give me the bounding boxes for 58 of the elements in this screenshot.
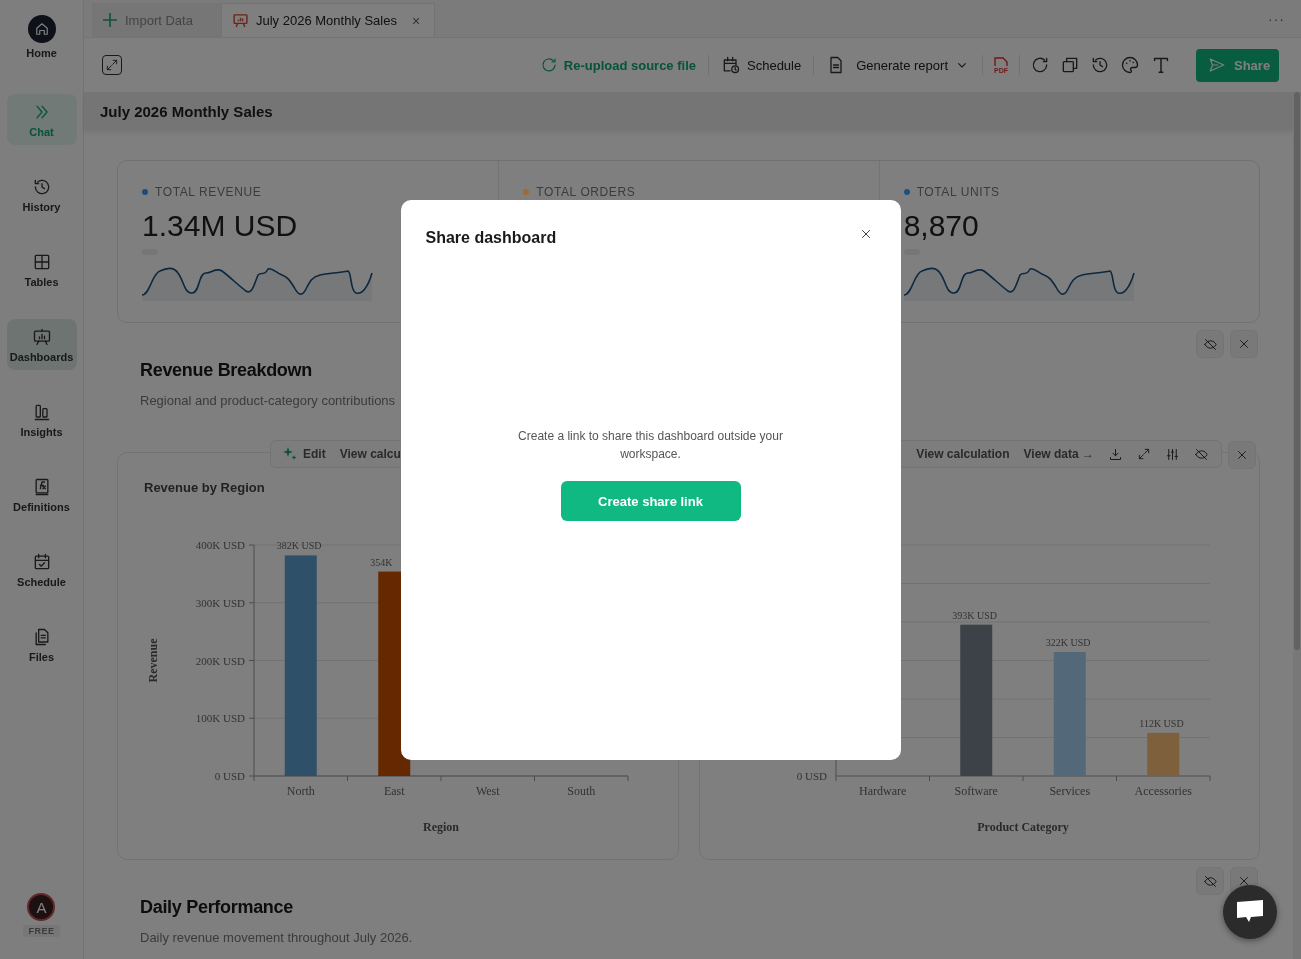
sidebar-item[interactable]: Definitions — [6, 469, 77, 520]
section-title: Revenue Breakdown — [140, 360, 312, 381]
axis-title: Region — [423, 820, 459, 834]
category-label: Software — [954, 784, 998, 798]
kpi-label: TOTAL REVENUE — [155, 185, 262, 199]
sidebar-item[interactable]: Insights — [6, 394, 77, 445]
home-nav-item[interactable]: Home — [6, 12, 77, 70]
category-label: North — [286, 784, 315, 798]
axis-title: Revenue — [146, 638, 160, 683]
share-button[interactable]: Share — [1196, 48, 1279, 82]
kpi-value: 1.34M USD — [142, 209, 298, 243]
sidebar-item[interactable]: Chat — [6, 94, 77, 145]
value-label: 382K USD — [276, 540, 322, 552]
dialog-message: Create a link to share this dashboard outside your workspace. — [517, 428, 784, 463]
value-label: 322K USD — [1045, 637, 1090, 649]
category-label: Accessories — [1134, 784, 1192, 798]
value-label: 112K USD — [1138, 717, 1184, 729]
sidebar-item[interactable]: Tables — [6, 244, 77, 295]
category-label: West — [475, 784, 500, 798]
dashboard-title: July 2026 Monthly Sales — [84, 92, 1293, 130]
axis-tick-label: 0 USD — [796, 770, 827, 782]
axis-title: Product Category — [976, 820, 1069, 834]
axis-tick-label: 100K USD — [195, 712, 245, 725]
sidebar-item[interactable]: Dashboards — [6, 319, 77, 370]
section-subtitle: Daily revenue movement throughout July 2026. — [140, 930, 413, 945]
more-icon[interactable]: ··· — [1268, 10, 1285, 27]
close-icon[interactable]: × — [411, 12, 421, 29]
category-label: East — [383, 784, 405, 798]
sidebar-item[interactable]: Files — [6, 619, 77, 670]
schedule-button[interactable]: Schedule — [719, 55, 804, 75]
generate-report-button[interactable]: Generate report — [824, 55, 972, 75]
category-label: South — [567, 784, 596, 798]
toolbar-action[interactable]: View calcu — [339, 447, 401, 461]
toolbar-action[interactable]: View data → — [1023, 447, 1094, 461]
value-label: 354K — [370, 556, 393, 568]
section-subtitle: Regional and product-category contributions — [140, 393, 396, 408]
axis-tick-label: 0 USD — [214, 770, 245, 782]
section-title: Daily Performance — [140, 897, 293, 918]
kpi-label: TOTAL UNITS — [916, 185, 1000, 199]
create-link-button[interactable]: Create share link — [560, 481, 741, 521]
reupload-button[interactable]: Re-upload source file — [537, 56, 698, 74]
axis-tick-label: 400K USD — [195, 539, 245, 551]
kpi-label: TOTAL ORDERS — [536, 185, 636, 199]
toolbar-action[interactable]: View calculation — [916, 447, 1010, 461]
value-label: 393K USD — [951, 609, 997, 621]
toolbar-action[interactable]: Edit — [283, 447, 326, 461]
user-avatar[interactable]: A — [27, 893, 56, 921]
category-label: Hardware — [858, 784, 906, 798]
tab[interactable]: July 2026 Monthly Sales × — [221, 3, 436, 37]
sidebar-item[interactable]: History — [6, 169, 77, 220]
kpi-value: 8,870 — [903, 209, 979, 243]
chart-title: Revenue by Region — [144, 480, 265, 496]
axis-tick-label: 200K USD — [195, 654, 245, 667]
plan-badge: FREE — [23, 925, 60, 937]
sidebar-item[interactable]: Schedule — [6, 544, 77, 595]
axis-tick-label: 300K USD — [195, 596, 245, 609]
dialog-title: Share dashboard — [425, 228, 557, 247]
category-label: Services — [1048, 784, 1090, 798]
